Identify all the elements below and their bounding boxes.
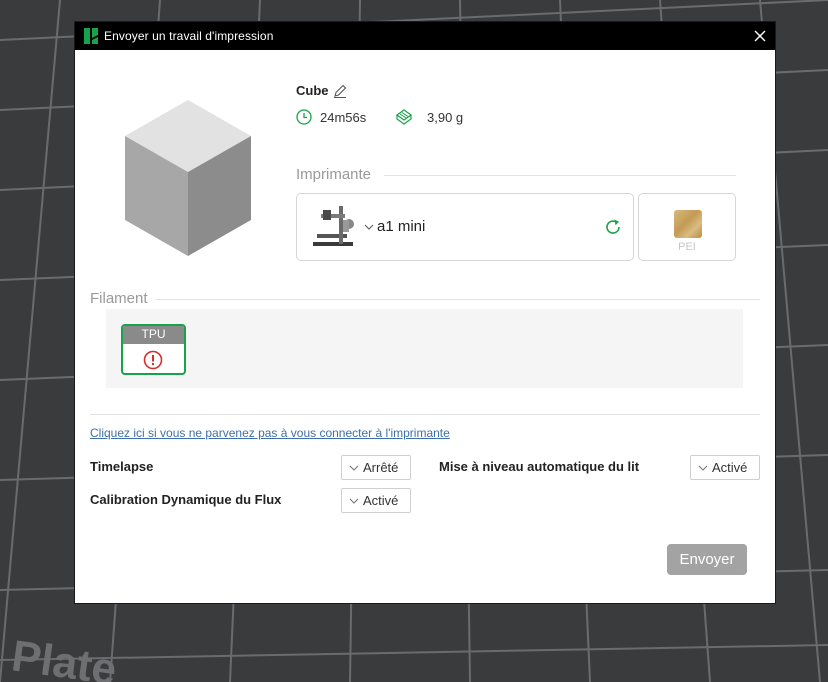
- bed-leveling-value: Activé: [712, 460, 748, 475]
- timelapse-label: Timelapse: [90, 459, 154, 474]
- printer-section-label: Imprimante: [296, 166, 372, 183]
- connection-help-link[interactable]: Cliquez ici si vous ne parvenez pas à vo…: [90, 426, 450, 440]
- filament-type-label: TPU: [123, 326, 184, 344]
- flow-calibration-label: Calibration Dynamique du Flux: [90, 492, 282, 507]
- filament-weight: 3,90 g: [427, 110, 464, 125]
- printer-selector[interactable]: a1 mini: [296, 193, 634, 261]
- flow-calibration-select[interactable]: Activé: [341, 488, 411, 513]
- dialog-title: Envoyer un travail d'impression: [104, 29, 274, 43]
- pei-plate-swatch: [674, 210, 702, 238]
- warning-icon: [143, 350, 163, 370]
- chevron-down-icon: [698, 465, 708, 471]
- timelapse-value: Arrêté: [363, 460, 399, 475]
- clock-icon: [296, 109, 312, 125]
- chevron-down-icon: [364, 224, 374, 230]
- options-divider: [90, 414, 760, 415]
- filament-mapping-area: [106, 309, 743, 388]
- close-icon[interactable]: [752, 28, 768, 44]
- bambu-logo-icon: [84, 28, 98, 44]
- print-time: 24m56s: [320, 110, 367, 125]
- plate-type-label: PEI: [678, 241, 696, 253]
- refresh-icon[interactable]: [604, 218, 622, 236]
- bed-leveling-label: Mise à niveau automatique du lit: [439, 459, 640, 474]
- model-name: Cube: [296, 83, 329, 98]
- flow-calibration-value: Activé: [363, 493, 399, 508]
- edit-pencil-icon[interactable]: [332, 83, 348, 99]
- filament-section-label: Filament: [90, 290, 148, 307]
- filament-section-divider: [155, 299, 760, 300]
- printer-thumbnail: [313, 206, 354, 246]
- printer-section-divider: [384, 175, 736, 176]
- model-thumbnail: [125, 100, 251, 256]
- title-bar: Envoyer un travail d'impression: [75, 22, 775, 50]
- chevron-down-icon: [349, 498, 359, 504]
- send-button[interactable]: Envoyer: [667, 544, 747, 575]
- bed-leveling-select[interactable]: Activé: [690, 455, 760, 480]
- filament-slot-tpu[interactable]: TPU: [121, 324, 186, 375]
- chevron-down-icon: [349, 465, 359, 471]
- plate-type-selector[interactable]: PEI: [638, 193, 736, 261]
- send-print-job-dialog: Envoyer un travail d'impression Cube 24m…: [75, 22, 775, 603]
- timelapse-select[interactable]: Arrêté: [341, 455, 411, 480]
- filament-weight-icon: [395, 109, 413, 125]
- printer-name: a1 mini: [377, 218, 426, 235]
